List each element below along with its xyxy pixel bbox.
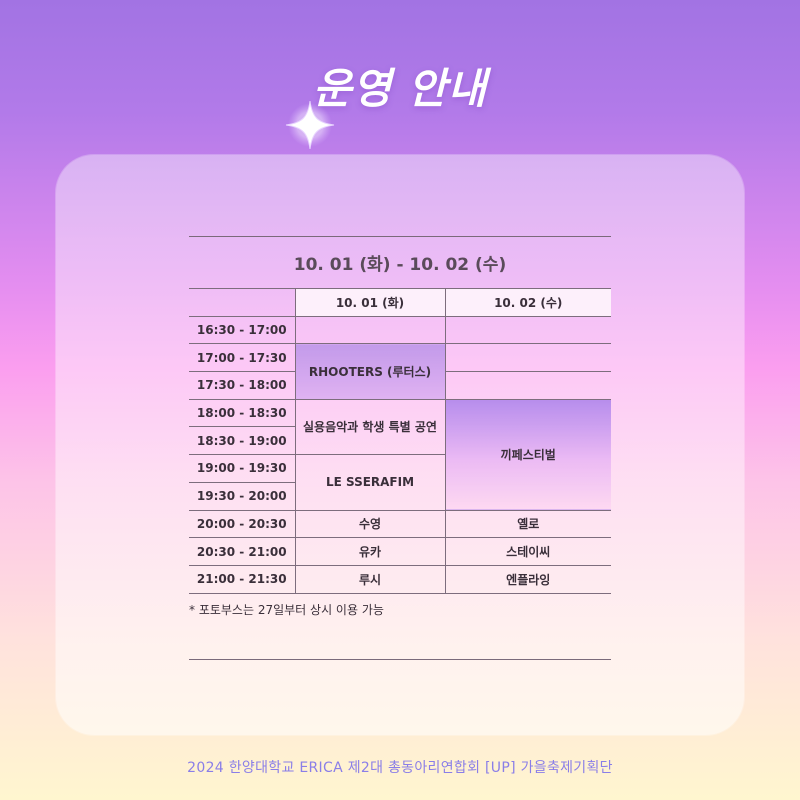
time-cell: 20:30 - 21:00 xyxy=(189,537,296,566)
performance-yuka: 유카 xyxy=(294,537,446,566)
performance-music-dept: 실용음악과 학생 특별 공연 xyxy=(294,398,446,456)
time-cell: 19:00 - 19:30 xyxy=(189,454,296,483)
page-title: 운영 안내 xyxy=(312,64,488,113)
table-header-row: 10. 01 (화) 10. 02 (수) xyxy=(189,288,611,317)
table-row: 16:30 - 17:00 xyxy=(189,315,611,345)
empty-cell xyxy=(444,371,611,400)
performance-stayc: 스테이씨 xyxy=(444,537,611,566)
time-cell: 17:30 - 18:00 xyxy=(189,371,296,400)
column-header-day1: 10. 01 (화) xyxy=(294,288,446,317)
time-cell: 16:30 - 17:00 xyxy=(189,315,296,345)
corner-cell xyxy=(189,288,296,317)
column-header-day2: 10. 02 (수) xyxy=(444,288,611,317)
performance-lesserafim: LE SSERAFIM xyxy=(294,454,445,511)
time-cell: 19:30 - 20:00 xyxy=(189,481,295,511)
time-cell: 17:00 - 17:30 xyxy=(189,343,296,373)
time-cell: 21:00 - 21:30 xyxy=(189,564,296,594)
table-row: 20:30 - 21:00 유카 스테이씨 xyxy=(189,537,611,566)
performance-nflying: 엔플라잉 xyxy=(444,564,611,594)
table-row: 20:00 - 20:30 수영 옐로 xyxy=(189,509,611,539)
performance-festival: 끼페스티벌 xyxy=(444,398,611,511)
table-row: 21:00 - 21:30 루시 엔플라잉 xyxy=(189,564,611,594)
time-cell: 18:00 - 18:30 xyxy=(189,398,296,428)
performance-lucy: 루시 xyxy=(294,564,446,594)
bottom-divider xyxy=(189,659,611,660)
date-range-heading: 10. 01 (화) - 10. 02 (수) xyxy=(293,255,507,275)
empty-cell xyxy=(294,315,446,345)
time-cell: 20:00 - 20:30 xyxy=(189,509,296,539)
title-area: 운영 안내 xyxy=(0,55,800,150)
organizer-footer: 2024 한양대학교 ERICA 제2대 총동아리연합회 [UP] 가을축제기획… xyxy=(187,760,613,776)
table-row: 17:00 - 17:30 RHOOTERS (루터스) xyxy=(189,343,611,400)
empty-cell xyxy=(444,343,611,373)
schedule-table: 10. 01 (화) 10. 02 (수) 16:30 - 17:00 17:0… xyxy=(189,288,611,594)
top-divider xyxy=(189,236,611,237)
performance-rhooters: RHOOTERS (루터스) xyxy=(294,343,446,400)
time-cell: 18:30 - 19:00 xyxy=(189,426,295,456)
table-row: 18:00 - 18:30 실용음악과 학생 특별 공연 끼페스티벌 xyxy=(189,398,611,511)
performance-suyoung: 수영 xyxy=(294,509,446,539)
empty-cell xyxy=(444,315,611,345)
performance-yellow: 옐로 xyxy=(444,509,611,539)
photobooth-note: * 포토부스는 27일부터 상시 이용 가능 xyxy=(189,603,384,617)
